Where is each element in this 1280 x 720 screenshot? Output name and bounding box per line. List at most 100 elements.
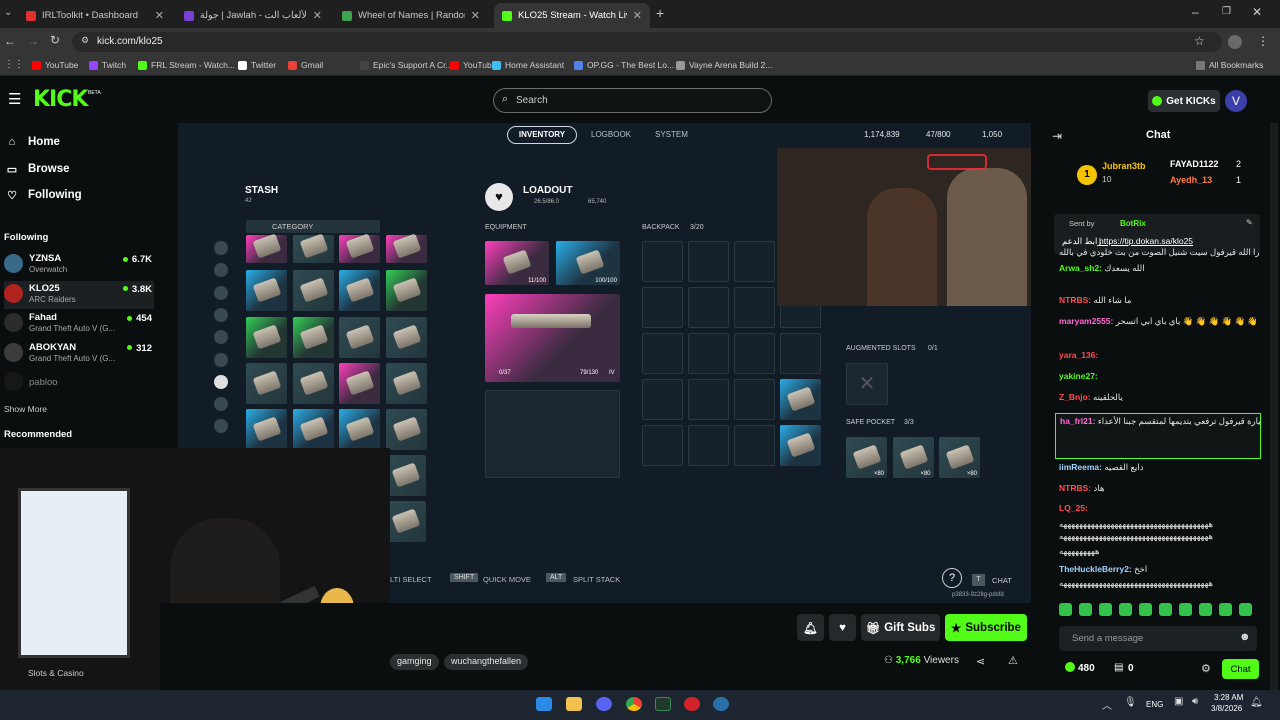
- tab-logbook[interactable]: LOGBOOK: [591, 130, 631, 139]
- url-field[interactable]: ⚙ kick.com/klo25 ☆: [72, 32, 1222, 52]
- stash-slot[interactable]: [385, 501, 426, 542]
- browser-tab-2[interactable]: جولة | Jawlah - منصة الألعاب الت ✕: [176, 3, 330, 28]
- backpack-slot[interactable]: [688, 379, 729, 420]
- browser-tab-1[interactable]: IRLToolkit • Dashboard ✕: [18, 3, 172, 28]
- bookmark-item[interactable]: YouTube: [32, 60, 78, 70]
- notification-icon[interactable]: 🔔︎: [1250, 697, 1263, 708]
- chat-message[interactable]: LQ_25:: [1059, 503, 1259, 513]
- close-window-icon[interactable]: ✕: [1252, 5, 1262, 19]
- report-icon[interactable]: ⚠: [1008, 654, 1018, 667]
- stash-slot[interactable]: [246, 409, 287, 450]
- chat-username[interactable]: iimReema:: [1059, 462, 1102, 472]
- file-explorer-icon[interactable]: [566, 697, 582, 711]
- chrome-icon[interactable]: [626, 697, 642, 711]
- weapon-slot-2[interactable]: [485, 390, 620, 478]
- backpack-slot[interactable]: [688, 241, 729, 282]
- stash-slot[interactable]: [385, 317, 427, 358]
- volume-icon[interactable]: 🔊︎: [1192, 696, 1198, 707]
- following-channel[interactable]: YZNSA Overwatch 6.7K: [4, 251, 154, 279]
- clock-date[interactable]: 3/8/2026: [1211, 704, 1242, 713]
- chat-username[interactable]: LQ_25:: [1059, 503, 1088, 513]
- new-tab-button[interactable]: +: [656, 5, 664, 21]
- following-channel[interactable]: KLO25 ARC Raiders 3.8K: [4, 280, 154, 309]
- bookmark-item[interactable]: Twitch: [89, 60, 126, 70]
- emote-icon[interactable]: [1099, 603, 1112, 616]
- backpack-slot[interactable]: [780, 333, 821, 374]
- backpack-slot[interactable]: [642, 379, 683, 420]
- bookmark-item[interactable]: Epic's Support A Cr...: [360, 60, 453, 70]
- category-filter-icon[interactable]: [214, 352, 228, 367]
- tab-close-icon[interactable]: ✕: [471, 9, 480, 22]
- backpack-slot[interactable]: [642, 241, 683, 282]
- emote-icon[interactable]: [1239, 603, 1252, 616]
- profile-icon[interactable]: [1228, 35, 1242, 49]
- following-channel[interactable]: Fahad Grand Theft Auto V (G... 454: [4, 310, 154, 338]
- stash-slot[interactable]: [385, 270, 427, 311]
- category-filter-icon[interactable]: [214, 307, 228, 322]
- backpack-slot[interactable]: [688, 287, 729, 328]
- chat-username[interactable]: ha_frl21:: [1060, 416, 1095, 426]
- hamburger-menu-icon[interactable]: ☰: [8, 90, 21, 108]
- emote-icon[interactable]: [1079, 603, 1092, 616]
- tray-chevron-icon[interactable]: ︿: [1102, 697, 1112, 712]
- bookmark-item[interactable]: Twitter: [238, 60, 276, 70]
- user-avatar[interactable]: V: [1225, 90, 1247, 112]
- site-info-icon[interactable]: ⚙: [81, 35, 89, 46]
- obs-icon[interactable]: [684, 697, 700, 711]
- discord-icon[interactable]: [596, 697, 612, 711]
- chat-scrollbar[interactable]: [1270, 123, 1278, 690]
- notification-bell-button[interactable]: 🔔︎: [797, 614, 824, 641]
- gift-subs-button[interactable]: 🎁︎ Gift Subs: [861, 614, 940, 641]
- stash-slot[interactable]: [385, 363, 427, 404]
- reload-icon[interactable]: ↻: [50, 33, 60, 47]
- subscribe-button[interactable]: ★ Subscribe: [945, 614, 1027, 641]
- chat-username[interactable]: yakine27:: [1059, 371, 1098, 381]
- chat-username[interactable]: maryam2555:: [1059, 316, 1113, 326]
- stash-slot[interactable]: [246, 363, 287, 404]
- browser-tab-4[interactable]: KLO25 Stream - Watch Live on K ✕: [494, 3, 650, 28]
- chat-send-button[interactable]: Chat: [1222, 659, 1259, 679]
- stash-slot[interactable]: [339, 409, 380, 450]
- maximize-icon[interactable]: ❐: [1222, 6, 1231, 17]
- bookmark-item[interactable]: FRL Stream - Watch...: [138, 60, 235, 70]
- forward-icon[interactable]: →: [27, 34, 39, 48]
- chat-username[interactable]: TheHuckleBerry2:: [1059, 564, 1132, 574]
- menu-dots-icon[interactable]: ⋮: [1257, 34, 1269, 48]
- stash-slot[interactable]: [292, 363, 334, 404]
- back-icon[interactable]: ←: [4, 34, 16, 48]
- chat-message[interactable]: NTRBS: هاد: [1059, 483, 1259, 494]
- all-bookmarks[interactable]: All Bookmarks: [1196, 60, 1263, 70]
- equip-slot-shield[interactable]: 100/100: [556, 241, 620, 285]
- get-kicks-button[interactable]: Get KICKs: [1148, 90, 1220, 112]
- tag-1[interactable]: gamging: [390, 654, 439, 670]
- backpack-slot[interactable]: [780, 425, 821, 466]
- emote-icon[interactable]: [1139, 603, 1152, 616]
- apps-icon[interactable]: ⋮⋮: [4, 59, 24, 70]
- tag-2[interactable]: wuchangthefallen: [444, 654, 529, 670]
- chat-message[interactable]: Arwa_sh2: الله يسعدك: [1059, 263, 1259, 274]
- steam-icon[interactable]: [713, 697, 729, 711]
- tab-close-icon[interactable]: ✕: [633, 9, 642, 22]
- chat-message[interactable]: ههههههههههههههههههههههههههههههههههههههه: [1059, 531, 1259, 542]
- chat-message[interactable]: ha_frl21: السيارة قيرفول ترفعي بتديمها ل…: [1055, 413, 1261, 459]
- stash-slot[interactable]: [292, 233, 334, 263]
- bookmark-item[interactable]: YouTube: [450, 60, 496, 70]
- send-message-input[interactable]: Send a message ☻: [1059, 626, 1257, 651]
- chat-message[interactable]: ترا الله قيرفول سيت شنيل الصوت من بث خلو…: [1059, 247, 1259, 258]
- stash-slot[interactable]: [339, 317, 380, 358]
- network-icon[interactable]: ▣: [1174, 696, 1183, 707]
- safe-pocket-slot[interactable]: ×80: [892, 437, 934, 478]
- tab-inventory[interactable]: INVENTORY: [507, 126, 577, 144]
- chat-message[interactable]: maryam2555: باي باي ابي اتسحر 👋 👋 👋 👋 👋 …: [1059, 316, 1259, 327]
- safe-pocket-slot[interactable]: ×80: [939, 437, 980, 478]
- nav-following[interactable]: ♡ Following: [6, 189, 82, 202]
- backpack-slot[interactable]: [734, 333, 775, 374]
- chat-username[interactable]: NTRBS:: [1059, 295, 1091, 305]
- backpack-slot[interactable]: [734, 287, 775, 328]
- stash-slot[interactable]: [292, 270, 334, 311]
- backpack-slot[interactable]: [734, 425, 775, 466]
- chat-message[interactable]: هههههههههه: [1059, 546, 1259, 557]
- backpack-slot[interactable]: [642, 287, 683, 328]
- start-icon[interactable]: [536, 697, 552, 711]
- bookmark-star-icon[interactable]: ☆: [1194, 34, 1205, 48]
